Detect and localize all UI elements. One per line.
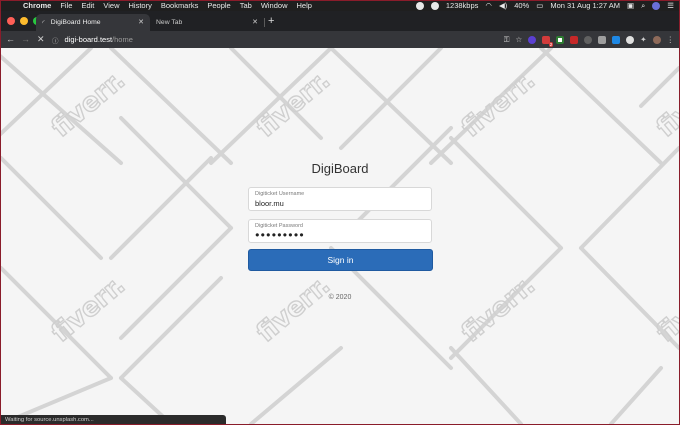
password-field[interactable]: Digiticket Password ●●●●●●●●● — [248, 219, 432, 243]
close-window-button[interactable] — [7, 17, 15, 25]
macos-menu-bar: Chrome File Edit View History Bookmarks … — [0, 0, 680, 11]
extension-icon[interactable] — [528, 35, 537, 44]
menu-view[interactable]: View — [103, 1, 119, 10]
more-menu-icon[interactable]: ⋮ — [667, 35, 675, 44]
menu-tab[interactable]: Tab — [240, 1, 252, 10]
record-icon[interactable] — [415, 1, 424, 10]
loading-status-bar: Waiting for source.unsplash.com... — [1, 415, 226, 425]
watermark-text: fiverr. — [651, 65, 679, 143]
extension-icon[interactable] — [612, 35, 621, 44]
username-input[interactable]: bloor.mu — [255, 199, 284, 208]
url-host: digi-board.test — [64, 35, 113, 44]
menu-people[interactable]: People — [207, 1, 230, 10]
notification-center-icon[interactable]: ☰ — [667, 1, 674, 10]
watermark-line — [449, 346, 523, 424]
siri-icon[interactable] — [652, 1, 661, 10]
profile-avatar[interactable] — [652, 35, 661, 44]
browser-toolbar: ← → ✕ ⓘ digi-board.test /home ⚿ ☆ 2 ✦ ⋮ — [0, 31, 680, 48]
username-field[interactable]: Digiticket Username bloor.mu — [248, 187, 432, 211]
stop-loading-icon[interactable]: ✕ — [37, 34, 45, 45]
watermark-text: fiverr. — [251, 270, 336, 348]
extension-badge: 2 — [548, 41, 554, 47]
menu-bar-status-area: 1238kbps ◠ ◀) 40% ▭ Mon 31 Aug 1:27 AM ▣… — [415, 0, 674, 11]
menu-bookmarks[interactable]: Bookmarks — [161, 1, 199, 10]
page-content: fiverr. fiverr. fiverr. fiverr. fiverr. fiver… — [1, 48, 679, 424]
close-tab-icon[interactable]: ✕ — [252, 18, 258, 26]
sign-in-button[interactable]: Sign in — [248, 249, 433, 271]
extension-icon[interactable] — [598, 35, 607, 44]
minimize-window-button[interactable] — [20, 17, 28, 25]
info-icon[interactable]: ⓘ — [52, 35, 59, 45]
app-status-icon[interactable] — [430, 1, 439, 10]
tab-separator — [264, 18, 265, 27]
menu-help[interactable]: Help — [297, 1, 312, 10]
menu-edit[interactable]: Edit — [81, 1, 94, 10]
address-bar[interactable]: ⓘ digi-board.test /home — [52, 34, 133, 45]
watermark-line — [609, 366, 663, 424]
volume-icon[interactable]: ◀) — [499, 1, 507, 10]
menu-history[interactable]: History — [129, 1, 152, 10]
network-speed[interactable]: 1238kbps — [446, 1, 479, 10]
tab-title: New Tab — [156, 19, 183, 26]
watermark-line — [449, 136, 563, 250]
extension-icon[interactable] — [626, 35, 635, 44]
menu-clock[interactable]: Mon 31 Aug 1:27 AM — [550, 1, 620, 10]
tab-new-tab[interactable]: New Tab ✕ — [152, 14, 264, 31]
watermark-line — [249, 346, 343, 424]
battery-percent[interactable]: 40% — [514, 1, 529, 10]
extension-icon[interactable]: 2 — [542, 35, 554, 47]
forward-arrow-icon[interactable]: → — [21, 34, 30, 44]
url-path: /home — [112, 35, 133, 44]
watermark-line — [339, 48, 443, 150]
username-label: Digiticket Username — [255, 191, 305, 197]
watermark-line — [119, 276, 223, 380]
extension-icon[interactable] — [556, 35, 565, 44]
password-input[interactable]: ●●●●●●●●● — [255, 230, 305, 239]
extension-area: ⚿ ☆ 2 ✦ ⋮ — [504, 34, 675, 47]
puzzle-extensions-icon[interactable]: ✦ — [640, 35, 646, 44]
extension-icon[interactable] — [570, 35, 579, 44]
spotlight-search-icon[interactable]: ⌕ — [641, 1, 645, 11]
watermark-text: fiverr. — [456, 270, 541, 348]
key-icon[interactable]: ⚿ — [504, 35, 510, 45]
menu-file[interactable]: File — [60, 1, 72, 10]
password-label: Digiticket Password — [255, 223, 303, 229]
user-icon[interactable]: ▣ — [627, 1, 634, 10]
tab-digiboard-home[interactable]: ◜ DigiBoard Home ✕ — [36, 14, 150, 31]
watermark-text: fiverr. — [46, 270, 131, 348]
extension-icon[interactable] — [584, 35, 593, 44]
brand-title: DigiBoard — [311, 161, 369, 176]
close-tab-icon[interactable]: ✕ — [138, 18, 144, 26]
tab-title: DigiBoard Home — [50, 19, 101, 26]
menu-window[interactable]: Window — [261, 1, 288, 10]
loading-icon: ◜ — [42, 19, 45, 27]
battery-icon[interactable]: ▭ — [536, 1, 543, 10]
watermark-text: fiverr. — [251, 65, 336, 143]
watermark-line — [109, 48, 233, 165]
wifi-icon[interactable]: ◠ — [485, 1, 492, 10]
bookmark-star-icon[interactable]: ☆ — [515, 35, 522, 44]
menu-items: Chrome File Edit View History Bookmarks … — [17, 1, 312, 10]
new-tab-icon[interactable]: + — [268, 15, 274, 27]
copyright-text: © 2020 — [328, 294, 352, 301]
back-arrow-icon[interactable]: ← — [6, 34, 15, 44]
tab-strip: ◜ DigiBoard Home ✕ New Tab ✕ + — [0, 11, 680, 31]
watermark-text: fiverr. — [456, 65, 541, 143]
menu-app-chrome[interactable]: Chrome — [23, 1, 51, 10]
watermark-text: fiverr. — [651, 270, 679, 348]
watermark-line — [639, 66, 679, 108]
